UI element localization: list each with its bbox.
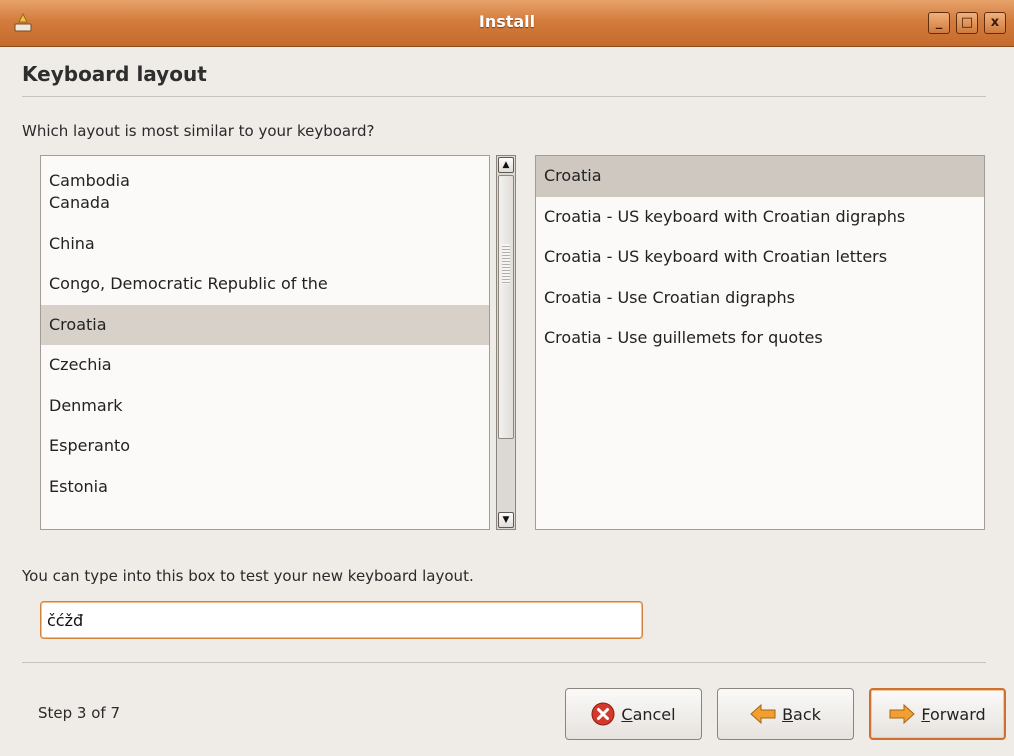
arrow-right-icon: [889, 704, 916, 724]
scroll-up-icon[interactable]: ▲: [498, 157, 514, 173]
variant-item[interactable]: Croatia - Use guillemets for quotes: [536, 318, 984, 359]
variant-item[interactable]: Croatia - US keyboard with Croatian digr…: [536, 197, 984, 238]
layout-item[interactable]: Esperanto: [41, 426, 489, 467]
layout-item-selected[interactable]: Croatia: [41, 304, 489, 345]
grip-icon: [502, 244, 510, 284]
variant-list[interactable]: Croatia Croatia - US keyboard with Croat…: [535, 155, 985, 530]
forward-button[interactable]: Forward: [869, 688, 1006, 740]
forward-label: Forward: [921, 704, 986, 724]
layout-list[interactable]: Cambodia Canada China Congo, Democratic …: [40, 155, 490, 530]
scroll-thumb[interactable]: [498, 175, 514, 439]
layout-item[interactable]: Canada: [41, 183, 489, 224]
layout-item[interactable]: Estonia: [41, 467, 489, 508]
back-label: Back: [782, 704, 821, 724]
variant-item[interactable]: Croatia - Use Croatian digraphs: [536, 278, 984, 319]
layout-item[interactable]: China: [41, 224, 489, 265]
minimize-icon[interactable]: _: [928, 12, 950, 34]
cancel-label: Cancel: [621, 704, 676, 724]
title-bar[interactable]: Install _ □ x: [0, 0, 1014, 47]
scroll-down-icon[interactable]: ▼: [498, 512, 514, 528]
layout-question: Which layout is most similar to your key…: [22, 122, 375, 140]
layout-item[interactable]: Cambodia: [41, 156, 489, 190]
layout-item[interactable]: Denmark: [41, 386, 489, 427]
variant-item-selected[interactable]: Croatia: [536, 156, 984, 197]
keyboard-test-input[interactable]: [40, 601, 643, 639]
cancel-button[interactable]: Cancel: [565, 688, 702, 740]
variant-item[interactable]: Croatia - US keyboard with Croatian lett…: [536, 237, 984, 278]
layout-item[interactable]: Congo, Democratic Republic of the: [41, 264, 489, 305]
divider: [22, 662, 986, 663]
back-button[interactable]: Back: [717, 688, 854, 740]
window-title: Install: [478, 12, 536, 31]
layout-item[interactable]: Czechia: [41, 345, 489, 386]
layout-list-scrollbar[interactable]: ▲ ▼: [496, 155, 516, 530]
arrow-left-icon: [750, 704, 776, 724]
cancel-icon: [591, 702, 615, 726]
divider: [22, 96, 986, 97]
maximize-icon[interactable]: □: [956, 12, 978, 34]
test-hint: You can type into this box to test your …: [22, 567, 474, 585]
step-indicator: Step 3 of 7: [38, 704, 121, 722]
close-icon[interactable]: x: [984, 12, 1006, 34]
page-title: Keyboard layout: [22, 62, 207, 86]
